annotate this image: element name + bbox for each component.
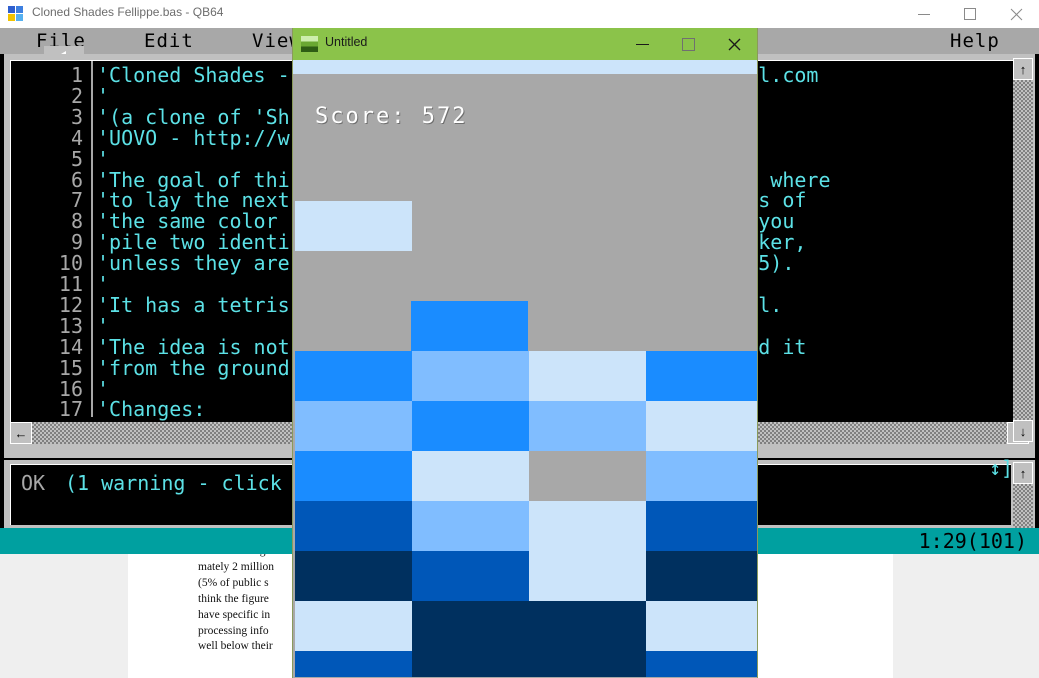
- code-line[interactable]: 'unless they are: [97, 251, 290, 275]
- game-top-strip: [293, 60, 757, 74]
- grid-cell[interactable]: [412, 451, 529, 501]
- close-icon: [1010, 8, 1022, 20]
- arrow-down-icon: ↓: [1019, 423, 1027, 439]
- grid-cell[interactable]: [295, 401, 412, 451]
- game-score-text: Score: 572: [315, 104, 468, 129]
- grid-cell[interactable]: [295, 551, 412, 601]
- gutter-divider: [91, 61, 93, 417]
- grid-cell[interactable]: [646, 501, 757, 551]
- grid-cell[interactable]: [412, 551, 529, 601]
- grid-cell[interactable]: [646, 551, 757, 601]
- grid-cell[interactable]: [295, 501, 412, 551]
- grid-cell[interactable]: [529, 651, 646, 677]
- vscroll-track[interactable]: [1013, 80, 1033, 420]
- hscroll-left-button[interactable]: ←: [10, 422, 32, 444]
- line-number-gutter: 1 2 3 4 5 6 7 8 9 10 11 12 13 14 15 16 17: [11, 61, 89, 421]
- arrow-left-icon: ←: [14, 425, 28, 441]
- grid-cell[interactable]: [529, 401, 646, 451]
- game-canvas[interactable]: Score: 572: [293, 74, 757, 677]
- output-vscroll-up-button[interactable]: ↑: [1013, 462, 1033, 484]
- close-button[interactable]: [993, 0, 1039, 28]
- code-line[interactable]: 'UOVO - http://w: [97, 126, 290, 150]
- grid-cell[interactable]: [529, 501, 646, 551]
- menu-help[interactable]: Help: [950, 28, 1000, 54]
- output-vscroll-track[interactable]: [1013, 484, 1033, 528]
- vscroll-up-button[interactable]: ↑: [1013, 58, 1033, 80]
- code-line[interactable]: 'Changes:: [97, 397, 205, 421]
- grid-cell[interactable]: [529, 451, 646, 501]
- grid-cell[interactable]: [646, 451, 757, 501]
- grid-cell[interactable]: [295, 451, 412, 501]
- falling-block-a: [295, 201, 412, 251]
- grid-cell[interactable]: [529, 601, 646, 651]
- grid-cell[interactable]: [646, 351, 757, 401]
- grid-cell[interactable]: [646, 651, 757, 677]
- shades-icon: [301, 36, 318, 52]
- game-close-button[interactable]: [711, 28, 757, 60]
- maximize-button[interactable]: [947, 0, 993, 28]
- grid-cell[interactable]: [412, 601, 529, 651]
- output-resize-glyph[interactable]: ↕]: [989, 456, 1013, 480]
- falling-block-b: [411, 301, 528, 351]
- grid-cell[interactable]: [529, 551, 646, 601]
- grid-cell[interactable]: [295, 601, 412, 651]
- code-line[interactable]: 'from the ground: [97, 356, 290, 380]
- grid-cell[interactable]: [295, 651, 412, 677]
- qb64-titlebar[interactable]: Cloned Shades Fellippe.bas - QB64: [0, 0, 1039, 28]
- qb64-title-text: Cloned Shades Fellippe.bas - QB64: [32, 5, 224, 19]
- code-line[interactable]: 'It has a tetris: [97, 293, 290, 317]
- grid-cell[interactable]: [529, 351, 646, 401]
- grid-cell[interactable]: [412, 401, 529, 451]
- game-maximize-button[interactable]: [665, 28, 711, 60]
- cursor-position-indicator: 1:29(101): [918, 529, 1027, 553]
- line-number: 17: [58, 397, 83, 422]
- grid-cell[interactable]: [646, 601, 757, 651]
- grid-cell[interactable]: [412, 651, 529, 677]
- game-window[interactable]: Untitled Score: 572: [292, 28, 758, 678]
- grid-cell[interactable]: [295, 351, 412, 401]
- game-close-icon: [728, 38, 740, 50]
- code-line[interactable]: 'Cloned Shades -: [97, 63, 290, 87]
- arrow-up-icon: ↑: [1019, 61, 1027, 77]
- output-status-label: OK: [21, 471, 46, 495]
- game-titlebar[interactable]: Untitled: [293, 28, 757, 60]
- menu-edit[interactable]: Edit: [144, 28, 194, 54]
- vscroll-down-button[interactable]: ↓: [1013, 420, 1033, 442]
- game-title-text: Untitled: [325, 35, 368, 49]
- minimize-button[interactable]: [901, 0, 947, 28]
- output-message[interactable]: (1 warning - click: [65, 471, 282, 495]
- qb64-app-icon: [8, 6, 24, 22]
- grid-cell[interactable]: [412, 351, 529, 401]
- grid-cell[interactable]: [646, 401, 757, 451]
- grid-cell[interactable]: [412, 501, 529, 551]
- arrow-up-icon-2: ↑: [1019, 465, 1027, 481]
- game-minimize-button[interactable]: [619, 28, 665, 60]
